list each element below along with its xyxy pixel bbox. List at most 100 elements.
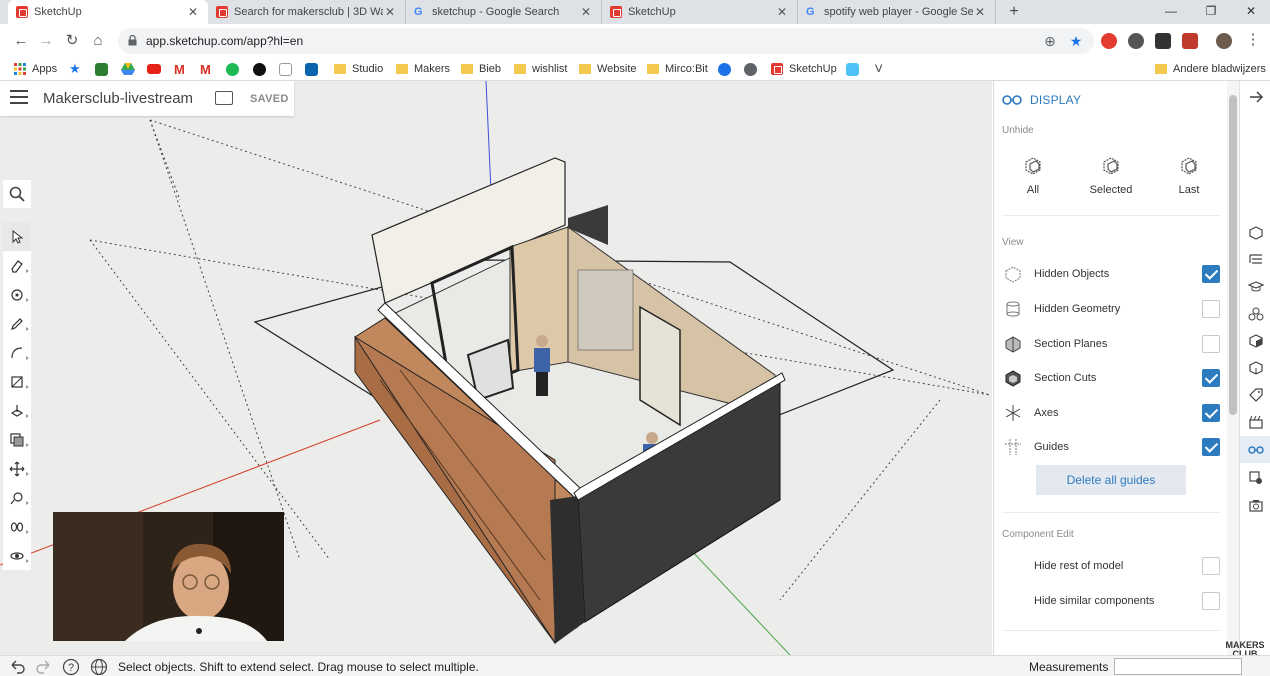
section-planes-checkbox[interactable]: [1202, 335, 1220, 353]
new-tab-button[interactable]: +: [1004, 2, 1024, 22]
google-drive-icon[interactable]: [121, 61, 135, 77]
match-photo-button[interactable]: [1240, 491, 1270, 518]
tags-button[interactable]: [1240, 381, 1270, 408]
scrollbar-thumb[interactable]: [1229, 95, 1237, 415]
view-row-guides[interactable]: Guides: [1002, 432, 1220, 462]
add-icon[interactable]: ⊕: [1042, 33, 1058, 49]
close-icon[interactable]: ✕: [973, 5, 987, 19]
gmail-icon[interactable]: M: [200, 61, 211, 77]
rectangle-tool[interactable]: [3, 367, 31, 396]
bookmark-folder[interactable]: Studio: [334, 61, 383, 77]
search-button[interactable]: [3, 180, 31, 208]
extension-icon[interactable]: [1155, 33, 1171, 49]
eraser-tool[interactable]: [3, 251, 31, 280]
hamburger-menu-icon[interactable]: [10, 90, 28, 104]
bookmark-icon[interactable]: [744, 61, 757, 77]
view-row-section-planes[interactable]: Section Planes: [1002, 329, 1220, 359]
outliner-button[interactable]: [1240, 246, 1270, 273]
arc-tool[interactable]: [3, 338, 31, 367]
delete-all-guides-button[interactable]: Delete all guides: [1036, 465, 1186, 495]
push-pull-tool[interactable]: [3, 396, 31, 425]
extension-icon[interactable]: [1101, 33, 1117, 49]
select-tool[interactable]: [3, 222, 31, 251]
bookmark-icon[interactable]: [95, 61, 108, 77]
paint-tool[interactable]: [3, 280, 31, 309]
help-icon[interactable]: ?: [62, 658, 80, 676]
spotify-icon[interactable]: [226, 61, 239, 77]
view-row-axes[interactable]: Axes: [1002, 398, 1220, 428]
undo-icon[interactable]: [8, 658, 26, 676]
browser-tab[interactable]: G spotify web player - Google Search ✕: [798, 0, 996, 24]
entity-info-button[interactable]: [1240, 219, 1270, 246]
styles-button[interactable]: [1240, 354, 1270, 381]
redo-icon[interactable]: [35, 658, 53, 676]
bookmark-sketchup[interactable]: SketchUp: [771, 61, 837, 77]
extension-icon[interactable]: [1128, 33, 1144, 49]
close-icon[interactable]: ✕: [383, 5, 397, 19]
close-icon[interactable]: ✕: [579, 5, 593, 19]
measurements-input[interactable]: [1114, 658, 1242, 675]
panel-scrollbar[interactable]: [1227, 81, 1239, 655]
pencil-tool[interactable]: [3, 309, 31, 338]
window-close-icon[interactable]: ✕: [1236, 2, 1266, 22]
browser-tab[interactable]: G sketchup - Google Search ✕: [406, 0, 602, 24]
close-icon[interactable]: ✕: [186, 5, 200, 19]
youtube-icon[interactable]: [147, 61, 161, 77]
unhide-last-button[interactable]: Last: [1154, 154, 1224, 200]
walk-tool[interactable]: [3, 512, 31, 541]
unhide-all-button[interactable]: All: [998, 154, 1068, 200]
project-title[interactable]: Makersclub-livestream: [43, 90, 193, 107]
browser-menu-icon[interactable]: ⋮: [1242, 29, 1264, 51]
forward-icon[interactable]: →: [35, 30, 57, 52]
bookmark-folder[interactable]: Mirco:Bit: [647, 61, 708, 77]
hidden-objects-checkbox[interactable]: [1202, 265, 1220, 283]
components-button[interactable]: [1240, 300, 1270, 327]
address-bar[interactable]: app.sketchup.com/app?hl=en ⊕ ★: [118, 28, 1094, 54]
instructor-button[interactable]: [1240, 273, 1270, 300]
pdf-extension-icon[interactable]: [1182, 33, 1198, 49]
folder-icon[interactable]: [215, 91, 233, 105]
component-row-hide-rest[interactable]: Hide rest of model: [1002, 551, 1220, 581]
bookmark-icon[interactable]: [279, 61, 292, 77]
outlook-icon[interactable]: [305, 61, 318, 77]
move-tool[interactable]: [3, 454, 31, 483]
globe-icon[interactable]: [90, 658, 108, 676]
bookmark-folder[interactable]: wishlist: [514, 61, 567, 77]
avatar[interactable]: [1216, 33, 1232, 49]
bookmark-v[interactable]: V: [875, 61, 882, 77]
soften-edges-button[interactable]: [1240, 464, 1270, 491]
collapse-panel-button[interactable]: [1240, 83, 1270, 110]
guides-checkbox[interactable]: [1202, 438, 1220, 456]
display-button[interactable]: [1240, 436, 1270, 463]
bookmark-icon[interactable]: [718, 61, 731, 77]
orbit-tool[interactable]: [3, 541, 31, 570]
view-row-section-cuts[interactable]: Section Cuts: [1002, 363, 1220, 393]
back-icon[interactable]: ←: [10, 30, 32, 52]
gmail-icon[interactable]: M: [174, 61, 185, 77]
home-icon[interactable]: ⌂: [87, 30, 109, 52]
materials-button[interactable]: [1240, 327, 1270, 354]
browser-tab[interactable]: SketchUp ✕: [8, 0, 208, 24]
reload-icon[interactable]: ↻: [61, 30, 83, 52]
bookmark-icon[interactable]: ★: [69, 61, 81, 77]
offset-tool[interactable]: [3, 425, 31, 454]
bookmark-star-icon[interactable]: ★: [1068, 33, 1084, 49]
bookmark-icon[interactable]: [846, 61, 859, 77]
axes-checkbox[interactable]: [1202, 404, 1220, 422]
hide-rest-checkbox[interactable]: [1202, 557, 1220, 575]
minimize-icon[interactable]: —: [1156, 2, 1186, 22]
close-icon[interactable]: ✕: [775, 5, 789, 19]
maximize-icon[interactable]: ❐: [1196, 2, 1226, 22]
hide-similar-checkbox[interactable]: [1202, 592, 1220, 610]
unhide-selected-button[interactable]: Selected: [1076, 154, 1146, 200]
bookmark-folder[interactable]: Bieb: [461, 61, 501, 77]
other-bookmarks[interactable]: Andere bladwijzers: [1155, 61, 1266, 77]
section-cuts-checkbox[interactable]: [1202, 369, 1220, 387]
component-row-hide-similar[interactable]: Hide similar components: [1002, 586, 1220, 616]
browser-tab[interactable]: SketchUp ✕: [602, 0, 798, 24]
tape-measure-tool[interactable]: [3, 483, 31, 512]
bookmark-folder[interactable]: Makers: [396, 61, 450, 77]
view-row-hidden-geometry[interactable]: Hidden Geometry: [1002, 294, 1220, 324]
view-row-hidden-objects[interactable]: Hidden Objects: [1002, 259, 1220, 289]
bookmark-apps[interactable]: Apps: [14, 61, 57, 77]
